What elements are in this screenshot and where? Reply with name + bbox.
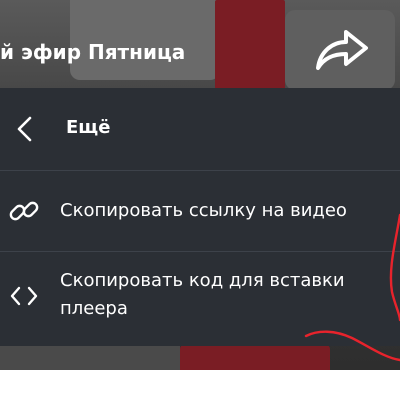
menu-item-label: Скопировать ссылку на видео (60, 200, 347, 221)
share-arrow-icon[interactable] (314, 26, 370, 72)
code-brackets-icon (10, 286, 38, 306)
menu-item-copy-embed-code[interactable]: Скопировать код для вставки плеера (0, 252, 400, 346)
menu-title: Ещё (66, 117, 111, 138)
video-title: й эфир Пятница (0, 40, 186, 64)
link-icon (9, 201, 39, 221)
menu-header: Ещё (0, 88, 400, 171)
video-background-shape (0, 345, 180, 370)
video-background-shape (180, 345, 330, 370)
chevron-left-icon[interactable] (14, 115, 36, 143)
video-player: й эфир Пятница Ещё Скопировать ссылку на… (0, 0, 400, 370)
more-menu: Ещё Скопировать ссылку на видео Скопиров… (0, 88, 400, 346)
menu-item-label: Скопировать код для вставки плеера (60, 270, 345, 319)
menu-item-copy-link[interactable]: Скопировать ссылку на видео (0, 171, 400, 252)
video-background-shape (215, 0, 285, 90)
